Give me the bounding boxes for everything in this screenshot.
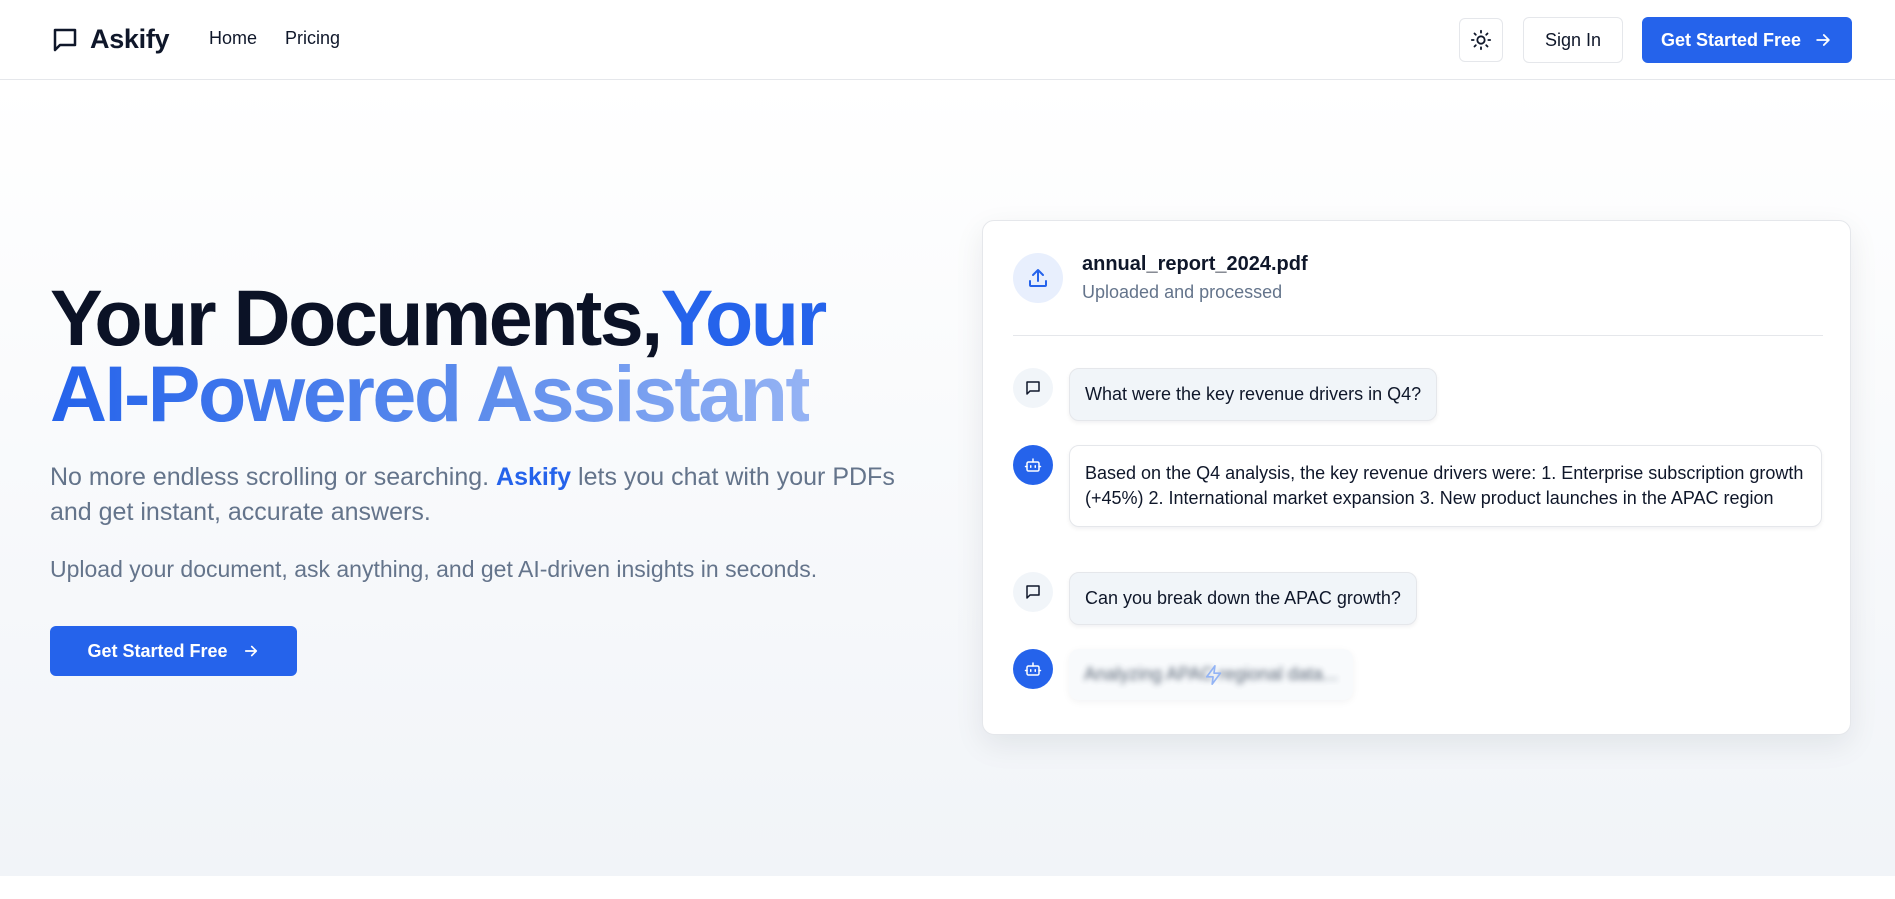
sign-in-button[interactable]: Sign In	[1523, 17, 1623, 63]
typing-bubble: Analyzing APAC regional data...	[1069, 649, 1353, 700]
upload-icon	[1029, 269, 1047, 287]
nav-home-link[interactable]: Home	[209, 28, 257, 49]
file-status: Uploaded and processed	[1082, 282, 1283, 302]
bot-icon	[1024, 662, 1042, 676]
lightning-icon	[1205, 665, 1222, 685]
subtitle-text-1: No more endless scrolling or searching.	[50, 463, 490, 491]
nav-pricing-link[interactable]: Pricing	[285, 28, 340, 49]
chat-message-user: Can you break down the APAC growth?	[1013, 572, 1417, 625]
bot-icon	[1024, 458, 1042, 472]
message-bubble: Can you break down the APAC growth?	[1069, 572, 1417, 625]
file-name: annual_report_2024.pdf	[1082, 253, 1308, 275]
get-started-button[interactable]: Get Started Free	[1642, 17, 1852, 63]
arrow-right-icon	[1816, 34, 1830, 46]
get-started-label: Get Started Free	[1660, 29, 1802, 50]
hero-headline: Your Documents,Your AI-Powered Assistant	[50, 278, 950, 433]
chat-preview-card: annual_report_2024.pdf Uploaded and proc…	[982, 220, 1851, 735]
chat-bubble-icon	[53, 28, 77, 51]
chat-message-bot: Based on the Q4 analysis, the key revenu…	[1013, 445, 1822, 527]
chat-message-user: What were the key revenue drivers in Q4?	[1013, 368, 1438, 421]
user-avatar	[1013, 572, 1053, 612]
hero-cta-label: Get Started Free	[87, 640, 228, 661]
message-bubble: Based on the Q4 analysis, the key revenu…	[1069, 445, 1822, 527]
bot-avatar	[1013, 445, 1053, 485]
user-avatar	[1013, 368, 1053, 408]
message-icon	[1026, 381, 1040, 395]
hero-subtitle: No more endless scrolling or searching. …	[50, 460, 910, 530]
hero-get-started-button[interactable]: Get Started Free	[50, 626, 297, 676]
chat-message-bot-typing: Analyzing APAC regional data...	[1013, 649, 1353, 700]
logo[interactable]: Askify	[50, 24, 170, 55]
theme-toggle-button[interactable]	[1459, 18, 1503, 62]
arrow-right-icon	[244, 645, 257, 657]
headline-line2: AI-Powered Assistant	[50, 349, 812, 438]
file-info: annual_report_2024.pdf Uploaded and proc…	[1013, 253, 1308, 303]
sun-icon	[1470, 29, 1492, 51]
bot-avatar	[1013, 649, 1053, 689]
upload-badge	[1013, 253, 1063, 303]
logo-text: Askify	[90, 24, 170, 54]
site-header: Askify Home Pricing Sign In Get Started …	[0, 0, 1895, 80]
message-icon	[1026, 585, 1040, 599]
subtitle-brand: Askify	[496, 463, 572, 491]
message-bubble: What were the key revenue drivers in Q4?	[1069, 368, 1438, 421]
hero-description: Upload your document, ask anything, and …	[50, 556, 818, 582]
divider	[1013, 335, 1823, 336]
main-nav: Home Pricing	[209, 28, 340, 49]
